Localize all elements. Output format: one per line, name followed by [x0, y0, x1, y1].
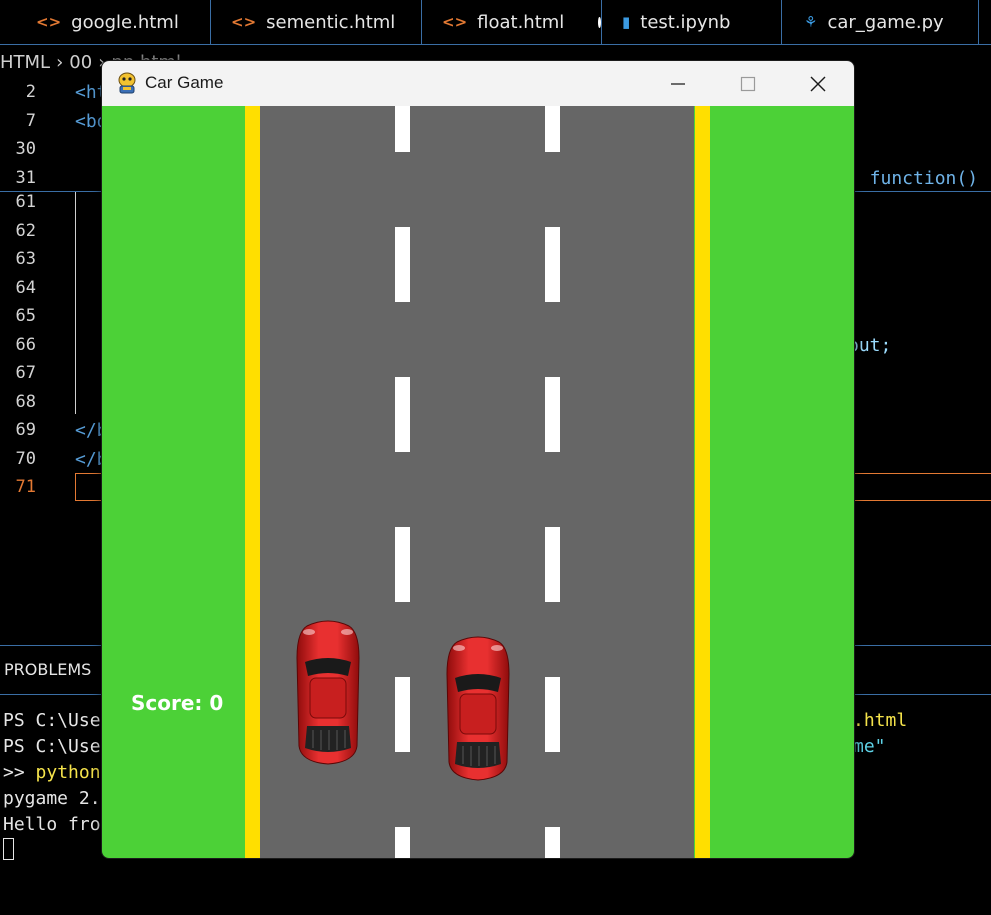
maximize-button[interactable] — [713, 61, 783, 106]
line-number: 70 — [15, 449, 36, 469]
line-number: 2 — [25, 82, 36, 102]
minimize-button[interactable] — [643, 61, 713, 106]
panel-tab-problems[interactable]: PROBLEMS — [4, 660, 91, 679]
minimize-icon — [671, 82, 685, 85]
close-icon — [810, 76, 826, 91]
tab-float-html[interactable]: <> float.html — [422, 0, 602, 44]
score-label: Score: 0 — [131, 691, 224, 715]
tab-label: test.ipynb — [640, 11, 731, 33]
terminal-line: pygame 2. — [3, 788, 101, 809]
tab-car-game-py[interactable]: ⚘ car_game.py — [782, 0, 979, 44]
terminal-command: python — [35, 762, 101, 783]
lane-marker — [545, 227, 560, 302]
player-car — [296, 620, 360, 765]
game-canvas[interactable]: Score: 0 — [102, 106, 854, 858]
line-number: 64 — [15, 278, 36, 298]
line-number: 68 — [15, 392, 36, 412]
terminal-prompt: >> — [3, 762, 36, 783]
python-icon: ⚘ — [804, 13, 818, 31]
road-edge-left — [245, 106, 260, 858]
breadcrumb-item[interactable]: 00 — [69, 52, 92, 73]
lane-marker — [395, 527, 410, 602]
line-number: 67 — [15, 363, 36, 383]
terminal-line: >> python — [3, 762, 101, 783]
chevron-right-icon: › — [56, 51, 64, 73]
car-game-window[interactable]: Car Game Score: 0 — [101, 60, 855, 859]
lane-marker — [395, 227, 410, 302]
pygame-snake-icon — [118, 72, 136, 94]
maximize-icon — [740, 76, 756, 91]
enemy-car — [446, 636, 510, 781]
terminal-line: PS C:\Use — [3, 710, 101, 731]
tab-google-html[interactable]: <> google.html — [0, 0, 211, 44]
code-line-fragment[interactable]: , function() — [848, 168, 978, 189]
terminal-line-fragment: .html — [853, 710, 908, 731]
window-title: Car Game — [145, 73, 224, 92]
line-number-active: 71 — [15, 477, 36, 497]
window-titlebar[interactable]: Car Game — [102, 61, 854, 106]
indent-guide — [75, 192, 76, 414]
editor-tab-bar: <> google.html <> sementic.html <> float… — [0, 0, 991, 45]
html-icon: <> — [442, 13, 468, 31]
breadcrumb-item[interactable]: HTML — [0, 52, 50, 73]
terminal-line: Hello fro — [3, 814, 101, 835]
lane-marker — [545, 827, 560, 858]
unsaved-dot-icon[interactable] — [598, 16, 601, 28]
tab-label: car_game.py — [827, 11, 944, 33]
lane-marker — [395, 377, 410, 452]
tab-sementic-html[interactable]: <> sementic.html — [211, 0, 422, 44]
line-number: 65 — [15, 306, 36, 326]
line-number: 62 — [15, 221, 36, 241]
lane-marker — [395, 827, 410, 858]
line-number: 66 — [15, 335, 36, 355]
line-number: 69 — [15, 420, 36, 440]
line-number: 31 — [15, 168, 36, 188]
terminal-line-fragment: me" — [853, 736, 886, 757]
lane-marker — [395, 677, 410, 752]
tab-label: sementic.html — [266, 11, 396, 33]
lane-marker — [545, 106, 560, 152]
terminal-cursor — [3, 838, 14, 860]
html-icon: <> — [36, 13, 62, 31]
road-edge-right — [695, 106, 710, 858]
tab-label: google.html — [71, 11, 179, 33]
line-number: 63 — [15, 249, 36, 269]
terminal-line: PS C:\Use — [3, 736, 101, 757]
tab-label: float.html — [477, 11, 565, 33]
lane-marker — [545, 377, 560, 452]
line-number: 61 — [15, 192, 36, 212]
html-icon: <> — [231, 13, 257, 31]
lane-marker — [395, 106, 410, 152]
lane-marker — [545, 527, 560, 602]
notebook-icon: ▮ — [622, 13, 631, 31]
close-button[interactable] — [783, 61, 853, 106]
lane-marker — [545, 677, 560, 752]
line-number: 7 — [25, 111, 36, 131]
tab-test-ipynb[interactable]: ▮ test.ipynb — [602, 0, 782, 44]
line-number: 30 — [15, 139, 36, 159]
